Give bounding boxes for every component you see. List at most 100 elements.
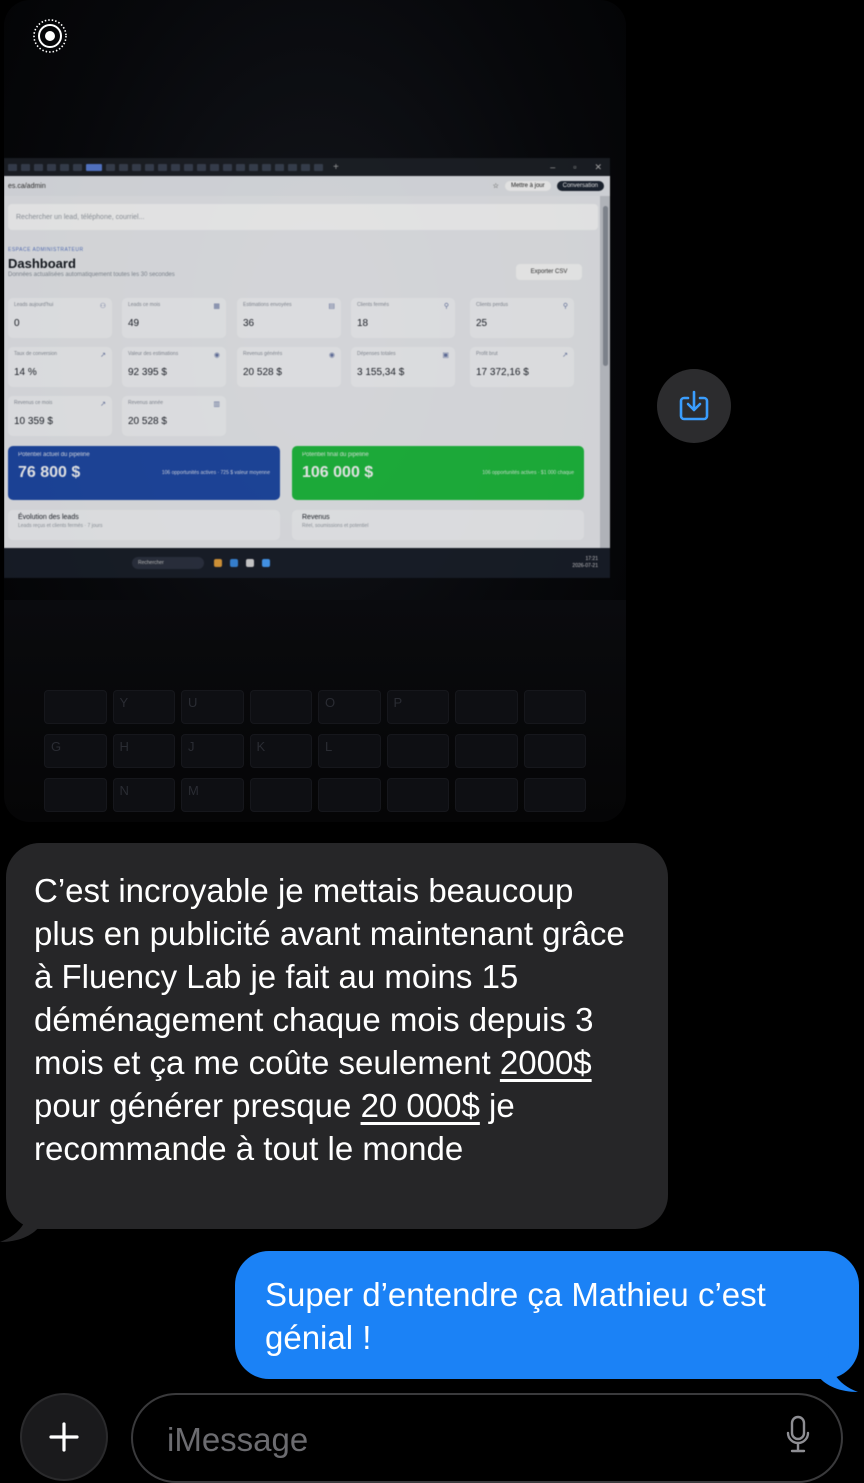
add-attachment-button[interactable] xyxy=(20,1393,108,1481)
app-icon xyxy=(262,559,270,567)
document-icon: ▤ xyxy=(328,303,335,310)
conversation-button: Conversation xyxy=(556,181,604,191)
plus-icon xyxy=(49,1422,79,1452)
outgoing-message-bubble[interactable]: Super d’entendre ça Mathieu c’est génial… xyxy=(235,1251,859,1379)
stat-label: Clients fermés xyxy=(357,302,389,308)
store-icon xyxy=(246,559,254,567)
save-download-icon xyxy=(679,390,709,421)
dollar-icon: ◉ xyxy=(213,352,220,359)
address-bar: es.ca/admin ☆ Mettre à jour Conversation xyxy=(4,176,610,196)
stat-card: Revenus générés 20 528 $ ◉ xyxy=(237,347,341,387)
money-amount-link[interactable]: 2000$ xyxy=(500,1044,592,1081)
stat-value: 92 395 $ xyxy=(128,367,167,378)
edge-icon xyxy=(230,559,238,567)
revenue-card: Revenus Réel, soumissions et potentiel xyxy=(292,510,584,540)
incoming-bubble-tail xyxy=(0,1196,40,1242)
update-button: Mettre à jour xyxy=(504,181,551,191)
stat-card: Estimations envoyées 36 ▤ xyxy=(237,298,341,338)
users-icon: ⚇ xyxy=(99,303,106,310)
url-text: es.ca/admin xyxy=(8,182,46,190)
stat-value: 18 xyxy=(357,318,369,329)
stat-value: 3 155,34 $ xyxy=(357,367,405,378)
pipeline-current-card: Potentiel actuel du pipeline 76 800 $ 10… xyxy=(8,446,280,500)
trend-up-icon: ↗ xyxy=(100,401,106,408)
pipeline-label: Potentiel actuel du pipeline xyxy=(18,452,90,458)
chart-icon: ▥ xyxy=(213,401,220,408)
folder-icon xyxy=(214,559,222,567)
stat-card: Clients perdus 25 ⚲ xyxy=(470,298,574,338)
message-text: Super d’entendre ça Mathieu c’est génial… xyxy=(265,1276,766,1356)
dashboard-title: Dashboard xyxy=(8,256,76,271)
stat-label: Estimations envoyées xyxy=(243,302,292,308)
stat-value: 20 528 $ xyxy=(243,367,282,378)
message-text: pour générer presque xyxy=(34,1087,361,1124)
stat-label: Dépenses totales xyxy=(357,351,396,357)
stat-value: 25 xyxy=(476,318,488,329)
laptop-screen: + – ▫ ✕ es.ca/admin ☆ Mettre à jour Conver… xyxy=(4,158,610,578)
photo-attachment[interactable]: + – ▫ ✕ es.ca/admin ☆ Mettre à jour Conver… xyxy=(4,0,626,822)
stat-card: Leads ce mois 49 ▦ xyxy=(122,298,226,338)
money-amount-link[interactable]: 20 000$ xyxy=(361,1087,480,1124)
stat-card: Leads aujourd'hui 0 ⚇ xyxy=(8,298,112,338)
stat-value: 10 359 $ xyxy=(14,416,53,427)
stat-card: Revenus année 20 528 $ ▥ xyxy=(122,396,226,436)
taskbar-search: Rechercher xyxy=(132,557,204,569)
live-photo-icon[interactable] xyxy=(32,18,68,54)
stat-label: Leads ce mois xyxy=(128,302,161,308)
scroll-thumb xyxy=(603,206,608,366)
window-controls: – ▫ ✕ xyxy=(550,161,602,172)
dashboard-subtitle: Données actualisées automatiquement tout… xyxy=(8,272,175,278)
card-subtitle: Leads reçus et clients fermés · 7 jours xyxy=(18,523,103,529)
stat-card: Valeur des estimations 92 395 $ ◉ xyxy=(122,347,226,387)
incoming-message-bubble[interactable]: C’est incroyable je mettais beaucoup plu… xyxy=(6,843,668,1229)
stat-label: Profit brut xyxy=(476,351,498,357)
outgoing-bubble-tail xyxy=(818,1346,858,1392)
dashboard-search: Rechercher un lead, téléphone, courriel.… xyxy=(8,204,598,230)
stat-label: Revenus ce mois xyxy=(14,400,53,406)
trend-up-icon: ↗ xyxy=(100,352,106,359)
pipeline-label: Potentiel final du pipeline xyxy=(302,452,369,458)
card-subtitle: Réel, soumissions et potentiel xyxy=(302,523,369,529)
stat-value: 17 372,16 $ xyxy=(476,367,529,378)
stat-card: Profit brut 17 372,16 $ ↗ xyxy=(470,347,574,387)
wallet-icon: ▣ xyxy=(442,352,449,359)
card-title: Évolution des leads xyxy=(18,514,79,521)
stat-value: 0 xyxy=(14,318,20,329)
clock-date: 2026-07-21 xyxy=(572,563,598,569)
taskbar-clock: 17:21 2026-07-21 xyxy=(572,556,610,570)
card-title: Revenus xyxy=(302,514,330,521)
pipeline-meta: 106 opportunités actives · 725 $ valeur … xyxy=(161,470,270,476)
dashboard-app: Rechercher un lead, téléphone, courriel.… xyxy=(4,196,600,548)
stat-card: Clients fermés 18 ⚲ xyxy=(351,298,455,338)
stat-label: Revenus générés xyxy=(243,351,283,357)
dashboard-eyebrow: ESPACE ADMINISTRATEUR xyxy=(8,247,84,253)
new-tab-icon: + xyxy=(333,161,339,173)
leads-evolution-card: Évolution des leads Leads reçus et clien… xyxy=(8,510,280,540)
pipeline-meta: 106 opportunités actives · $1 000 chaque xyxy=(482,470,574,476)
stat-value: 20 528 $ xyxy=(128,416,167,427)
stat-label: Taux de conversion xyxy=(14,351,58,357)
stat-label: Clients perdus xyxy=(476,302,508,308)
microphone-icon[interactable] xyxy=(785,1415,811,1455)
export-csv-button: Exporter CSV xyxy=(516,264,582,280)
save-button[interactable] xyxy=(657,369,731,443)
stat-label: Leads aujourd'hui xyxy=(14,302,54,308)
clock-time: 17:21 xyxy=(585,556,598,562)
user-x-icon: ⚲ xyxy=(562,303,568,310)
dollar-icon: ◉ xyxy=(328,352,335,359)
stat-value: 36 xyxy=(243,318,255,329)
trend-up-icon: ↗ xyxy=(562,352,568,359)
stat-value: 49 xyxy=(128,318,140,329)
stat-card: Revenus ce mois 10 359 $ ↗ xyxy=(8,396,112,436)
stat-label: Revenus année xyxy=(128,400,164,406)
input-placeholder: iMessage xyxy=(167,1421,309,1458)
calendar-icon: ▦ xyxy=(213,303,220,310)
laptop-keyboard: YUOP GHJKL NM xyxy=(4,600,626,822)
user-check-icon: ⚲ xyxy=(443,303,449,310)
stat-value: 14 % xyxy=(14,367,37,378)
stat-label: Valeur des estimations xyxy=(128,351,179,357)
stat-card: Taux de conversion 14 % ↗ xyxy=(8,347,112,387)
stat-card: Dépenses totales 3 155,34 $ ▣ xyxy=(351,347,455,387)
imessage-input[interactable]: iMessage xyxy=(131,1393,843,1483)
windows-taskbar: Rechercher 17:21 2026-07-21 xyxy=(4,548,610,578)
